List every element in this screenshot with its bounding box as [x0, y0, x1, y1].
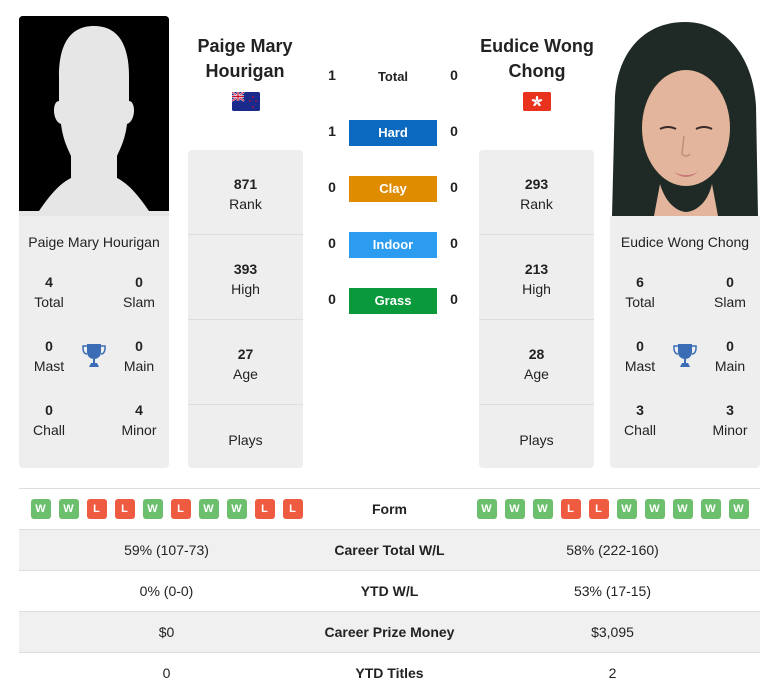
- player1-titles-slam: 0 Slam: [123, 274, 155, 310]
- player1-career-wl: 59% (107-73): [124, 542, 209, 558]
- player1-titles-minor: 4 Minor: [121, 402, 157, 438]
- h2h-grass-p2: 0: [450, 291, 458, 307]
- career-wl-label: Career Total W/L: [334, 542, 445, 558]
- player2-career-wl: 58% (222-160): [566, 542, 659, 558]
- player1-prize: $0: [158, 624, 175, 640]
- comparison-table: WWLLWLWWLL Form WWWLLWWWWW 59% (107-73) …: [19, 488, 760, 693]
- player2-form-badge: W: [672, 499, 693, 519]
- ytd-titles-label: YTD Titles: [355, 665, 424, 681]
- player2-titles-slam: 0 Slam: [714, 274, 746, 310]
- player2-card: Eudice Wong Chong 6 Total 0 Slam 0 Mast 0 Ma…: [610, 216, 760, 468]
- player2-form-badge: W: [504, 499, 525, 519]
- player1-form-badge: L: [86, 499, 107, 519]
- player2-name[interactable]: Eudice Wong Chong: [472, 34, 602, 84]
- h2h-hard-p1: 1: [328, 123, 336, 139]
- player1-titles: 4 Total 0 Slam 0 Mast 0 Main 0 Chall 4 Minor: [19, 250, 169, 450]
- surface-hard-button[interactable]: Hard: [349, 120, 437, 146]
- player1-form-badge: W: [198, 499, 219, 519]
- player1-titles-chall: 0 Chall: [33, 402, 65, 438]
- player1-form-badge: L: [114, 499, 135, 519]
- hong-kong-flag-icon: [523, 92, 551, 111]
- surface-indoor-button[interactable]: Indoor: [349, 232, 437, 258]
- new-zealand-flag-icon: [231, 91, 260, 111]
- player1-plays: Plays: [228, 432, 263, 448]
- player1-photo: [19, 16, 169, 216]
- surface-grass-button[interactable]: Grass: [349, 288, 437, 314]
- player2-titles: 6 Total 0 Slam 0 Mast 0 Main 3 Chall 3 Minor: [610, 250, 760, 450]
- ytd-wl-row: 0% (0-0) YTD W/L 53% (17-15): [19, 570, 760, 611]
- player1-form-badge: L: [254, 499, 275, 519]
- player1-high: 393 High: [188, 235, 303, 320]
- prize-label: Career Prize Money: [324, 624, 455, 640]
- trophy-icon: [82, 344, 106, 367]
- h2h-indoor-p1: 0: [328, 235, 336, 251]
- player2-age: 28 Age: [479, 320, 594, 405]
- player-portrait-icon: [610, 16, 760, 216]
- player1-titles-mast: 0 Mast: [33, 338, 65, 374]
- player1-ytd-titles: 0: [162, 665, 171, 681]
- player2-prize: $3,095: [591, 624, 634, 640]
- player2-plays: Plays: [519, 432, 554, 448]
- player1-rank: 871 Rank: [188, 150, 303, 235]
- h2h-clay-p2: 0: [450, 179, 458, 195]
- h2h-total-p1: 1: [328, 67, 336, 83]
- player2-titles-total: 6 Total: [625, 274, 655, 310]
- player2-high: 213 High: [479, 235, 594, 320]
- player2-titles-main: 0 Main: [714, 338, 746, 374]
- h2h-total-label: Total: [377, 69, 409, 84]
- player1-form-badge: W: [226, 499, 247, 519]
- player2-titles-minor: 3 Minor: [712, 402, 748, 438]
- player1-name[interactable]: Paige Mary Hourigan: [180, 34, 310, 84]
- player1-titles-main: 0 Main: [123, 338, 155, 374]
- player2-titles-chall: 3 Chall: [624, 402, 656, 438]
- player2-form-badge: W: [700, 499, 721, 519]
- player2-form-badge: W: [644, 499, 665, 519]
- player1-ytd-wl: 0% (0-0): [139, 583, 194, 599]
- player2-ytd-wl: 53% (17-15): [573, 583, 652, 599]
- player2-card-name: Eudice Wong Chong: [620, 234, 750, 250]
- h2h-clay-p1: 0: [328, 179, 336, 195]
- player1-form-badge: W: [30, 499, 51, 519]
- player2-form: WWWLLWWWWW: [465, 499, 760, 519]
- trophy-icon: [673, 344, 697, 367]
- player2-photo: [610, 16, 760, 216]
- player1-form-badge: W: [58, 499, 79, 519]
- player1-card-name: Paige Mary Hourigan: [28, 234, 160, 250]
- player1-form-badge: W: [142, 499, 163, 519]
- player1-titles-total: 4 Total: [34, 274, 64, 310]
- player1-card: Paige Mary Hourigan 4 Total 0 Slam 0 Mast 0…: [19, 216, 169, 468]
- player2-stats-card: 293 Rank 213 High 28 Age Plays: [479, 150, 594, 468]
- player1-form: WWLLWLWWLL: [19, 499, 314, 519]
- ytd-wl-label: YTD W/L: [360, 583, 419, 599]
- h2h-indoor-p2: 0: [450, 235, 458, 251]
- player1-stats-card: 871 Rank 393 High 27 Age Plays: [188, 150, 303, 468]
- player2-ytd-titles: 2: [608, 665, 617, 681]
- player1-form-badge: L: [170, 499, 191, 519]
- form-label: Form: [372, 501, 407, 517]
- player1-form-badge: L: [282, 499, 303, 519]
- player2-rank: 293 Rank: [479, 150, 594, 235]
- player2-form-badge: W: [476, 499, 497, 519]
- ytd-titles-row: 0 YTD Titles 2: [19, 652, 760, 693]
- player2-titles-mast: 0 Mast: [624, 338, 656, 374]
- h2h-grass-p1: 0: [328, 291, 336, 307]
- surface-clay-button[interactable]: Clay: [349, 176, 437, 202]
- career-wl-row: 59% (107-73) Career Total W/L 58% (222-1…: [19, 529, 760, 570]
- player2-form-badge: W: [728, 499, 749, 519]
- prize-row: $0 Career Prize Money $3,095: [19, 611, 760, 652]
- player1-age: 27 Age: [188, 320, 303, 405]
- player2-form-badge: W: [616, 499, 637, 519]
- h2h-total-p2: 0: [450, 67, 458, 83]
- silhouette-icon: [19, 16, 169, 216]
- player2-form-badge: W: [532, 499, 553, 519]
- form-row: WWLLWLWWLL Form WWWLLWWWWW: [19, 488, 760, 529]
- player2-form-badge: L: [588, 499, 609, 519]
- player2-form-badge: L: [560, 499, 581, 519]
- h2h-hard-p2: 0: [450, 123, 458, 139]
